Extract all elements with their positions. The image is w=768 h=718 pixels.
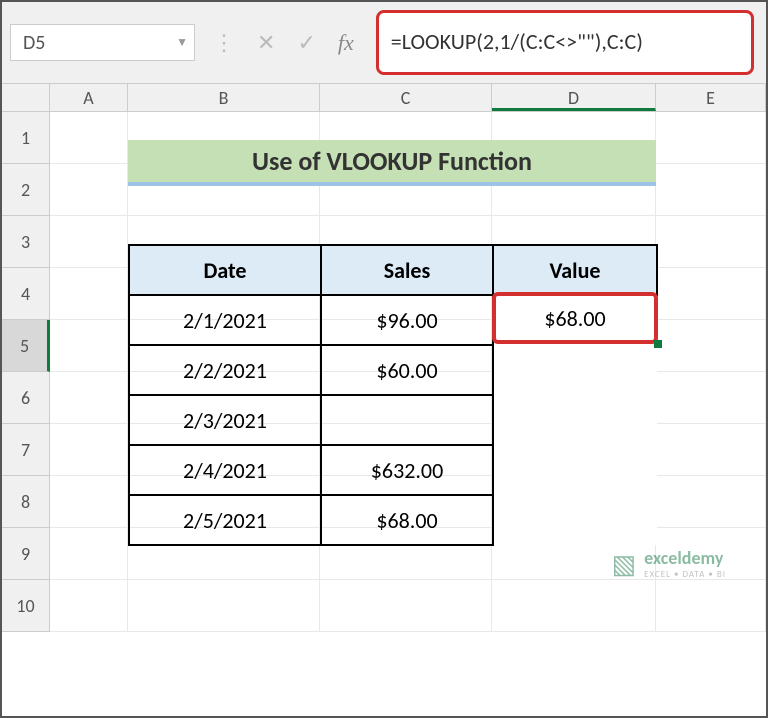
cell[interactable] <box>656 216 766 268</box>
cell[interactable] <box>50 320 128 372</box>
formula-bar: D5 ▼ ⋮ ✕ ✓ fx =LOOKUP(2,1/(C:C<>""),C:C) <box>2 2 766 84</box>
cell-date[interactable]: 2/2/2021 <box>129 345 321 395</box>
name-box-value: D5 <box>23 31 45 55</box>
row-header[interactable]: 3 <box>2 216 50 268</box>
watermark-brand: exceldemy <box>644 547 726 569</box>
cell[interactable] <box>656 476 766 528</box>
col-header-E[interactable]: E <box>656 84 766 111</box>
row-header[interactable]: 4 <box>2 268 50 320</box>
enter-icon[interactable]: ✓ <box>297 29 315 56</box>
cell[interactable] <box>492 580 656 632</box>
row-header[interactable]: 8 <box>2 476 50 528</box>
cell-date[interactable]: 2/5/2021 <box>129 495 321 545</box>
row-header[interactable]: 9 <box>2 528 50 580</box>
row-header[interactable]: 6 <box>2 372 50 424</box>
column-headers: A B C D E <box>2 84 766 112</box>
formula-text: =LOOKUP(2,1/(C:C<>""),C:C) <box>391 28 643 57</box>
formula-bar-icons: ⋮ ✕ ✓ fx <box>195 2 372 83</box>
row-header[interactable]: 5 <box>2 320 50 372</box>
cell[interactable] <box>656 580 766 632</box>
header-sales[interactable]: Sales <box>321 245 493 295</box>
cell-date[interactable]: 2/3/2021 <box>129 395 321 445</box>
cell-date[interactable]: 2/1/2021 <box>129 295 321 345</box>
cell[interactable] <box>50 164 128 216</box>
col-header-C[interactable]: C <box>320 84 492 111</box>
result-cell-D5[interactable]: $68.00 <box>492 292 658 344</box>
sheet-title: Use of VLOOKUP Function <box>128 140 656 186</box>
row-header[interactable]: 10 <box>2 580 50 632</box>
watermark-logo-icon: ▧ <box>612 548 637 580</box>
dots-icon: ⋮ <box>213 29 235 56</box>
select-all-corner[interactable] <box>2 84 50 111</box>
cell[interactable] <box>50 476 128 528</box>
spreadsheet-grid[interactable]: A B C D E 1 2 3 4 5 6 7 8 9 10 Use of VL… <box>2 84 766 632</box>
col-header-D[interactable]: D <box>492 84 656 111</box>
cell[interactable] <box>320 580 492 632</box>
cell[interactable] <box>50 112 128 164</box>
cell[interactable] <box>656 372 766 424</box>
col-header-B[interactable]: B <box>128 84 320 111</box>
cell[interactable] <box>50 372 128 424</box>
row-header[interactable]: 2 <box>2 164 50 216</box>
cell-sales[interactable]: $68.00 <box>321 495 493 545</box>
watermark: ▧ exceldemy EXCEL • DATA • BI <box>612 547 726 580</box>
cell-sales[interactable]: $632.00 <box>321 445 493 495</box>
cell[interactable] <box>656 268 766 320</box>
cancel-icon[interactable]: ✕ <box>257 29 275 56</box>
data-table: Date Sales Value 2/1/2021 $96.00 2/2/202… <box>128 244 658 546</box>
cell-date[interactable]: 2/4/2021 <box>129 445 321 495</box>
cell[interactable] <box>50 216 128 268</box>
cell[interactable] <box>656 424 766 476</box>
cell[interactable] <box>50 528 128 580</box>
header-date[interactable]: Date <box>129 245 321 295</box>
row-header[interactable]: 1 <box>2 112 50 164</box>
cell[interactable] <box>50 268 128 320</box>
fx-icon[interactable]: fx <box>338 30 354 56</box>
cell-sales[interactable]: $60.00 <box>321 345 493 395</box>
row-header[interactable]: 7 <box>2 424 50 476</box>
cell[interactable] <box>656 112 766 164</box>
watermark-tagline: EXCEL • DATA • BI <box>644 569 726 580</box>
header-value[interactable]: Value <box>493 245 657 295</box>
cell[interactable] <box>128 580 320 632</box>
cell[interactable] <box>50 424 128 476</box>
selection-handle[interactable] <box>654 340 662 348</box>
col-header-A[interactable]: A <box>50 84 128 111</box>
result-value: $68.00 <box>544 305 605 332</box>
formula-input[interactable]: =LOOKUP(2,1/(C:C<>""),C:C) <box>376 10 754 75</box>
name-box[interactable]: D5 ▼ <box>10 24 195 61</box>
cell-sales[interactable] <box>321 395 493 445</box>
cell[interactable] <box>50 580 128 632</box>
table-header-row: Date Sales Value <box>129 245 657 295</box>
cell[interactable] <box>656 320 766 372</box>
cell[interactable] <box>656 164 766 216</box>
dropdown-icon[interactable]: ▼ <box>176 35 188 50</box>
cell-sales[interactable]: $96.00 <box>321 295 493 345</box>
